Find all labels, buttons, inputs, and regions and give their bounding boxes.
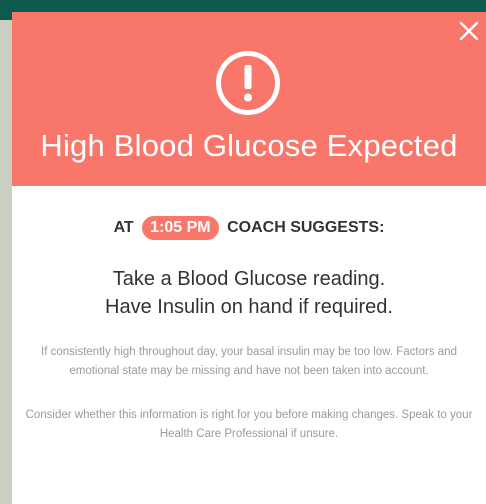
- suggestion-line-1: Take a Blood Glucose reading.: [112, 268, 386, 290]
- backdrop-left-panel: [0, 20, 12, 504]
- high-glucose-alert-modal: High Blood Glucose Expected AT 1:05 PM C…: [12, 12, 486, 504]
- exclamation-circle-icon: [216, 51, 280, 115]
- suggestion-line-2: Have Insulin on hand if required.: [105, 296, 393, 318]
- close-icon[interactable]: [458, 20, 480, 42]
- modal-title: High Blood Glucose Expected: [40, 128, 458, 163]
- suggestion-prefix: AT: [113, 219, 134, 236]
- suggestion-suffix: COACH SUGGESTS:: [227, 219, 385, 236]
- main-suggestion: Take a Blood Glucose reading. Have Insul…: [12, 265, 486, 321]
- modal-header: High Blood Glucose Expected: [12, 12, 486, 186]
- insulin-note: If consistently high throughout day, you…: [41, 346, 457, 377]
- disclaimer-note: Consider whether this information is rig…: [25, 409, 473, 440]
- coach-suggestion-heading: AT 1:05 PM COACH SUGGESTS:: [12, 216, 486, 240]
- time-badge: 1:05 PM: [142, 216, 219, 240]
